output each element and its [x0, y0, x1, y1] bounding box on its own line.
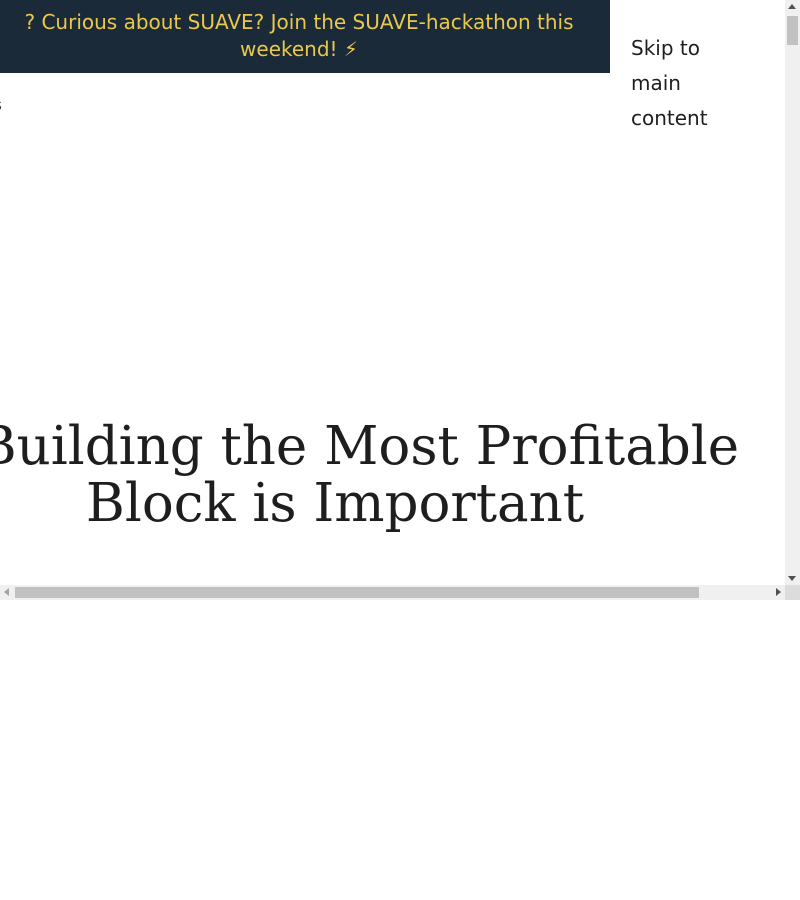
- vertical-scrollbar[interactable]: [785, 0, 800, 585]
- vertical-scroll-thumb[interactable]: [787, 16, 798, 45]
- page-content: ? Curious about SUAVE? Join the SUAVE-ha…: [0, 0, 785, 585]
- horizontal-scrollbar[interactable]: [0, 585, 785, 600]
- skip-to-main-content-link[interactable]: Skip to main content: [631, 31, 751, 136]
- page-title-line-1: y Building the Most Profitable: [0, 416, 740, 477]
- scroll-left-icon[interactable]: [4, 588, 9, 596]
- page-title: y Building the Most Profitable Block is …: [0, 418, 785, 532]
- scroll-down-icon[interactable]: [788, 576, 796, 581]
- browser-viewport: ? Curious about SUAVE? Join the SUAVE-ha…: [0, 0, 800, 600]
- announcement-link[interactable]: ? Curious about SUAVE? Join the SUAVE-ha…: [0, 9, 599, 63]
- scrollbar-corner: [785, 585, 800, 600]
- nav-item-fragment[interactable]: s: [0, 96, 2, 114]
- announcement-text: Curious about SUAVE? Join the SUAVE-hack…: [41, 10, 574, 61]
- announcement-prefix: ?: [24, 10, 42, 34]
- scroll-right-icon[interactable]: [776, 588, 781, 596]
- announcement-banner: ? Curious about SUAVE? Join the SUAVE-ha…: [0, 0, 610, 73]
- horizontal-scroll-thumb[interactable]: [15, 587, 699, 598]
- page-title-line-2: Block is Important: [85, 473, 585, 534]
- scroll-up-icon[interactable]: [788, 4, 796, 9]
